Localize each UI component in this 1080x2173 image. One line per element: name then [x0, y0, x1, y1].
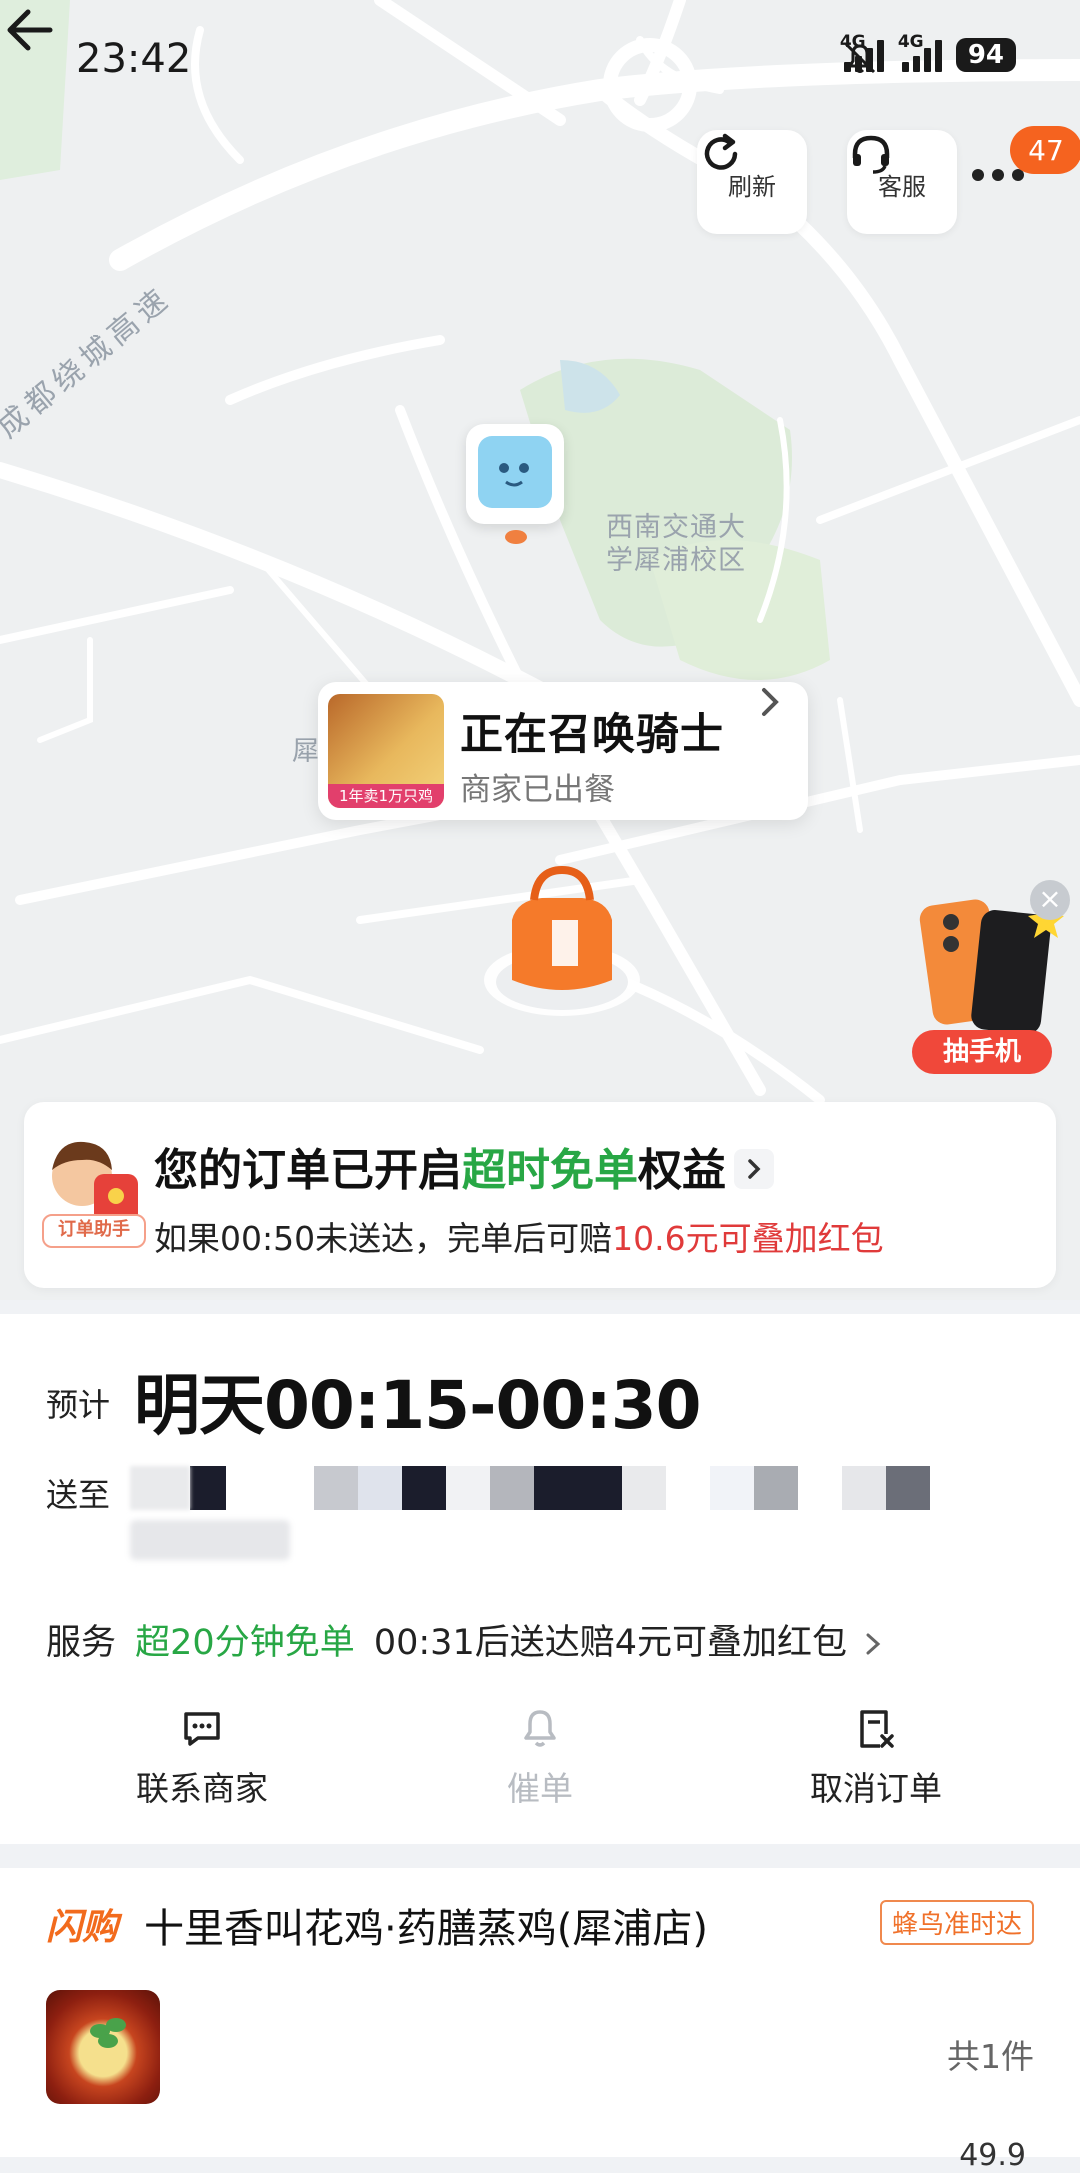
service-row[interactable]: 服务 超20分钟免单 00:31后送达赔4元可叠加红包	[46, 1614, 888, 1665]
rider-status-popup[interactable]: 1年卖1万只鸡 正在召唤骑士 商家已出餐	[318, 682, 808, 820]
item-count: 共1件	[947, 2037, 1034, 2076]
store-section[interactable]: 闪购 十里香叫花鸡·药膳蒸鸡(犀浦店) 蜂鸟准时达 共1件 49.9	[0, 1868, 1080, 2173]
guarantee-sub-prefix: 如果00:50未送达，完单后可赔	[154, 1219, 613, 1258]
rider-status-title: 正在召唤骑士	[460, 710, 724, 760]
map-campus-label-1: 西南交通大	[606, 512, 746, 543]
cancel-order-button[interactable]: 取消订单	[776, 1704, 976, 1810]
eta-label: 预计	[46, 1386, 111, 1424]
network-1-label: 4G	[839, 32, 866, 52]
thumbnail-ribbon: 1年卖1万只鸡	[328, 784, 444, 808]
service-label: 服务	[46, 1623, 117, 1663]
map-partial-label: 犀	[292, 736, 320, 767]
promo-close-button[interactable]: ×	[1030, 880, 1070, 920]
guarantee-title: 您的订单已开启超时免单权益	[154, 1134, 774, 1198]
back-arrow-icon[interactable]	[0, 0, 60, 60]
flash-purchase-tag: 闪购	[46, 1907, 119, 1948]
guarantee-title-highlight: 超时免单	[462, 1145, 638, 1196]
promo-label[interactable]: 抽手机	[912, 1030, 1052, 1074]
headset-icon	[852, 135, 890, 174]
chevron-right-icon	[762, 688, 779, 716]
network-2-label: 4G	[897, 32, 924, 52]
status-time: 23:42	[76, 36, 192, 82]
service-detail: 00:31后送达赔4元可叠加红包	[373, 1623, 847, 1663]
customer-service-button[interactable]: 客服	[847, 130, 957, 234]
guarantee-title-suffix: 权益	[638, 1145, 726, 1196]
guarantee-subtitle: 如果00:50未送达，完单后可赔10.6元可叠加红包	[154, 1212, 884, 1260]
overtime-guarantee-card[interactable]: 订单助手 您的订单已开启超时免单权益 如果00:50未送达，完单后可赔10.6元…	[24, 1102, 1056, 1288]
guarantee-sub-highlight: 10.6元可叠加红包	[612, 1219, 884, 1258]
store-name[interactable]: 十里香叫花鸡·药膳蒸鸡(犀浦店)	[144, 1896, 708, 1954]
rider-status-subtitle: 商家已出餐	[460, 772, 615, 808]
order-actions: 联系商家 催单 取消订单	[0, 1704, 1080, 1834]
price-partial: 49.9	[959, 2138, 1026, 2173]
delivery-tag: 蜂鸟准时达	[879, 1900, 1034, 1945]
address-redacted-line2	[130, 1520, 290, 1560]
chat-icon	[184, 1712, 220, 1746]
signal-1-icon: 4G	[840, 32, 884, 72]
signal-2-icon: 4G	[898, 32, 942, 72]
refresh-button[interactable]: 刷新	[697, 130, 807, 234]
map-campus-label-2: 学犀浦校区	[606, 545, 746, 576]
pin-anchor	[505, 530, 527, 544]
eta-value: 明天00:15-00:30	[134, 1367, 702, 1444]
more-dot-icon	[972, 169, 984, 181]
battery-indicator: 94	[955, 38, 1016, 72]
delivery-bag-icon	[472, 860, 652, 1030]
urge-order-label: 催单	[507, 1769, 573, 1808]
contact-merchant-label: 联系商家	[136, 1769, 268, 1808]
service-highlight: 超20分钟免单	[135, 1623, 355, 1663]
cancel-document-icon	[860, 1710, 894, 1748]
address-redacted	[130, 1466, 930, 1510]
urge-order-button[interactable]: 催单	[440, 1704, 640, 1810]
food-item-image[interactable]	[46, 1990, 160, 2104]
bell-icon	[524, 1710, 556, 1747]
notification-badge: 47	[1010, 126, 1080, 174]
chevron-right-icon	[734, 1149, 774, 1189]
cancel-order-label: 取消订单	[810, 1769, 942, 1808]
guarantee-title-prefix: 您的订单已开启	[154, 1145, 462, 1196]
store-location-pin[interactable]	[466, 424, 564, 524]
contact-merchant-button[interactable]: 联系商家	[102, 1704, 302, 1810]
status-icons: 4G 4G 94	[840, 32, 1016, 74]
address-label: 送至	[46, 1476, 111, 1514]
chevron-right-icon	[866, 1633, 881, 1655]
store-thumbnail: 1年卖1万只鸡	[328, 694, 444, 808]
order-info-section: 预计 明天00:15-00:30 送至 服务 超20分钟免单 00:31后送达赔…	[0, 1314, 1080, 1844]
refresh-icon	[704, 133, 738, 170]
more-dot-icon	[992, 169, 1004, 181]
order-assistant-label: 订单助手	[42, 1214, 146, 1248]
